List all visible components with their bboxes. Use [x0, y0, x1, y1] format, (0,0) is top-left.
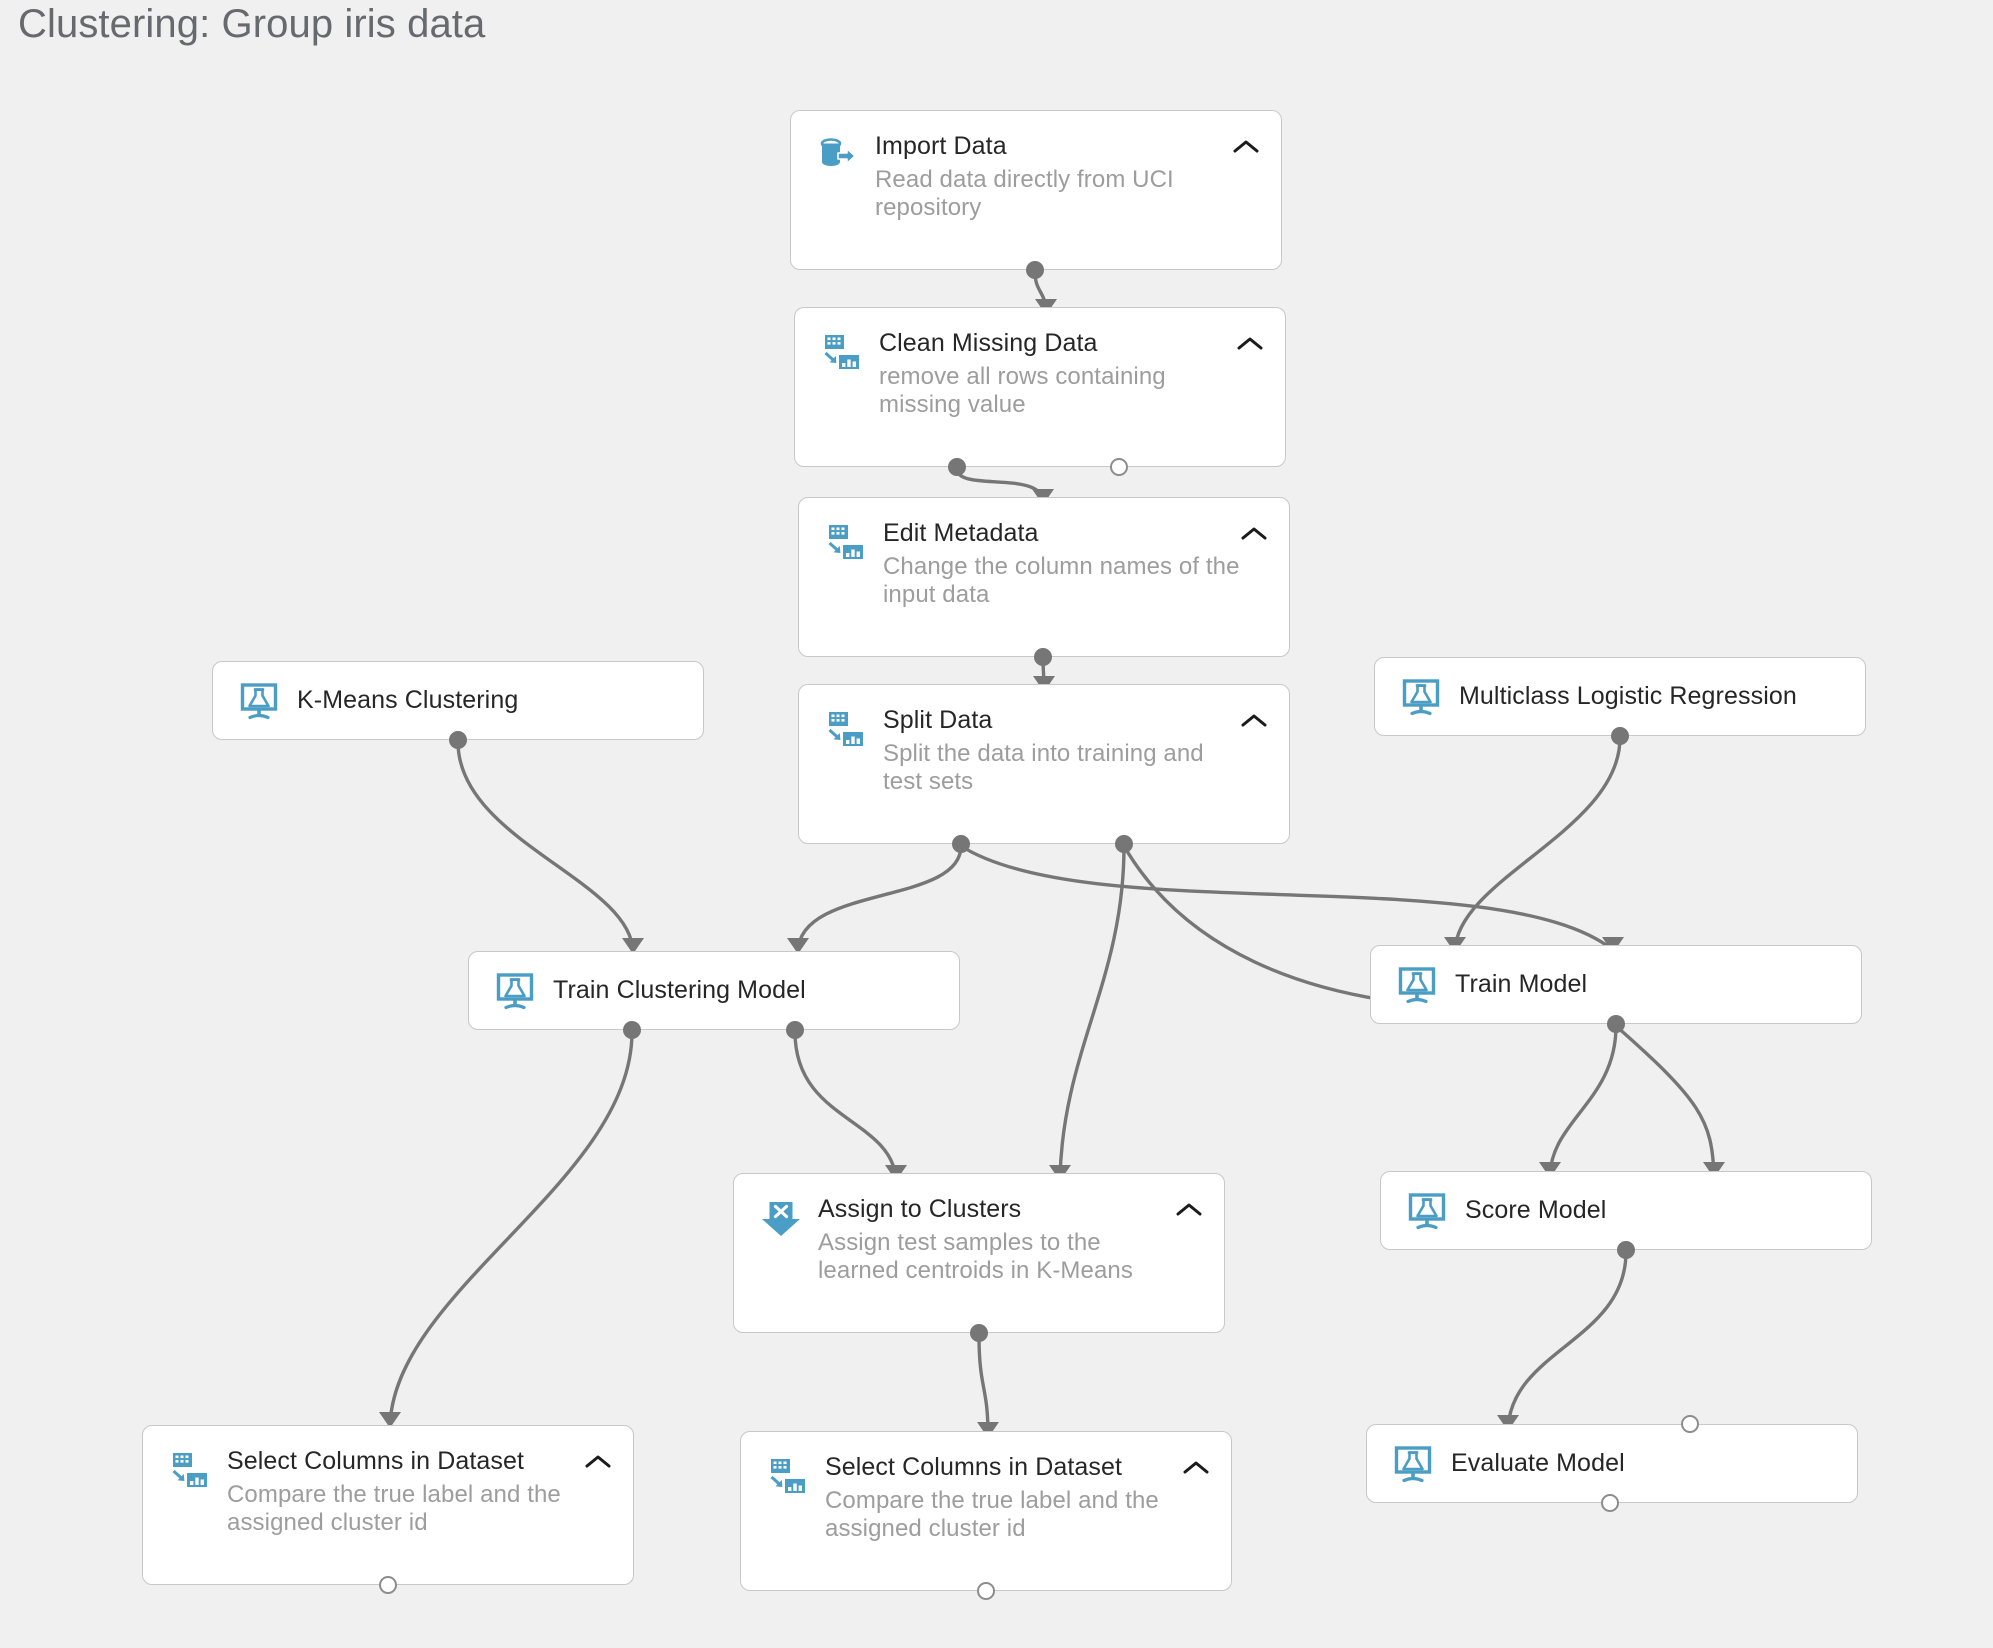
model-monitor-flask-icon: [495, 971, 535, 1011]
node-title: Select Columns in Dataset: [227, 1447, 525, 1475]
edge-train-model-to-score-model: [1548, 1025, 1618, 1176]
port-output-train-model[interactable]: [1607, 1015, 1625, 1033]
edge-assign-to-clusters-to-select-columns-center: [977, 1334, 990, 1436]
chevron-up-icon[interactable]: [1232, 137, 1260, 157]
table-to-chart-icon: [822, 332, 862, 372]
table-to-chart-icon: [826, 709, 866, 749]
node-k-means-clustering[interactable]: K-Means Clustering: [212, 661, 704, 740]
node-import-data[interactable]: Import Data Read data directly from UCI r…: [790, 110, 1282, 270]
pipeline-canvas[interactable]: Clustering: Group iris data Import Data R…: [0, 0, 1993, 1648]
node-assign-to-clusters[interactable]: Assign to Clusters Assign test samples to…: [733, 1173, 1225, 1333]
edge-score-model-to-evaluate-model: [1506, 1251, 1628, 1429]
node-train-model[interactable]: Train Model: [1370, 945, 1862, 1024]
edge-train-clustering-model-to-assign-to-clusters: [793, 1031, 898, 1179]
chevron-up-icon[interactable]: [1175, 1200, 1203, 1220]
port-input-evaluate-model[interactable]: [1681, 1415, 1699, 1433]
database-export-icon: [818, 135, 858, 175]
edge-split-data-to-train-model: [960, 844, 1615, 952]
port-output-import-data[interactable]: [1026, 261, 1044, 279]
node-comment: remove all rows containing missing value: [879, 362, 1166, 418]
node-title: Train Clustering Model: [553, 976, 806, 1005]
node-comment: Split the data into training and test se…: [883, 739, 1204, 795]
node-text-block: K-Means Clustering: [297, 685, 518, 716]
port-output-edit-metadata[interactable]: [1034, 648, 1052, 666]
node-text-block: Import Data Read data directly from UCI r…: [875, 131, 1235, 222]
table-to-chart-icon: [170, 1450, 210, 1490]
arrow-down-x-icon: [761, 1198, 801, 1238]
chevron-up-icon[interactable]: [1236, 334, 1264, 354]
node-select-columns-center[interactable]: Select Columns in Dataset Compare the tru…: [740, 1431, 1232, 1591]
port-output-select-columns-center[interactable]: [977, 1582, 995, 1600]
port-output-split-data[interactable]: [1115, 835, 1133, 853]
port-output-evaluate-model[interactable]: [1601, 1494, 1619, 1512]
node-text-block: Clean Missing Data remove all rows contai…: [879, 328, 1239, 419]
node-multiclass-logistic-regression[interactable]: Multiclass Logistic Regression: [1374, 657, 1866, 736]
node-title: Multiclass Logistic Regression: [1459, 682, 1797, 711]
node-text-block: Select Columns in Dataset Compare the tru…: [825, 1452, 1185, 1543]
node-evaluate-model[interactable]: Evaluate Model: [1366, 1424, 1858, 1503]
node-score-model[interactable]: Score Model: [1380, 1171, 1872, 1250]
node-clean-missing-data[interactable]: Clean Missing Data remove all rows contai…: [794, 307, 1286, 467]
node-title: Edit Metadata: [883, 519, 1039, 547]
node-text-block: Assign to Clusters Assign test samples to…: [818, 1194, 1178, 1285]
port-output-clean-missing-data[interactable]: [1110, 458, 1128, 476]
port-output-train-clustering-model[interactable]: [623, 1021, 641, 1039]
node-title: Assign to Clusters: [818, 1195, 1022, 1223]
node-comment: Compare the true label and the assigned …: [825, 1486, 1159, 1542]
port-output-split-data[interactable]: [952, 835, 970, 853]
model-monitor-flask-icon: [1407, 1191, 1447, 1231]
chevron-up-icon[interactable]: [1182, 1458, 1210, 1478]
node-edit-metadata[interactable]: Edit Metadata Change the column names of …: [798, 497, 1290, 657]
node-text-block: Score Model: [1465, 1195, 1606, 1226]
table-to-chart-icon: [768, 1456, 808, 1496]
node-select-columns-left[interactable]: Select Columns in Dataset Compare the tru…: [142, 1425, 634, 1585]
model-monitor-flask-icon: [1401, 677, 1441, 717]
model-monitor-flask-icon: [1397, 965, 1437, 1005]
port-output-train-clustering-model[interactable]: [786, 1021, 804, 1039]
node-title: Import Data: [875, 132, 1007, 160]
node-comment: Assign test samples to the learned centr…: [818, 1228, 1133, 1284]
page-title: Clustering: Group iris data: [18, 2, 486, 46]
node-split-data[interactable]: Split Data Split the data into training a…: [798, 684, 1290, 844]
edge-split-data-to-train-model: [1122, 845, 1385, 1002]
node-text-block: Split Data Split the data into training a…: [883, 705, 1243, 796]
node-text-block: Select Columns in Dataset Compare the tru…: [227, 1446, 587, 1537]
port-output-multiclass-logistic-regression[interactable]: [1611, 727, 1629, 745]
node-title: K-Means Clustering: [297, 686, 519, 715]
node-title: Clean Missing Data: [879, 329, 1098, 357]
node-text-block: Edit Metadata Change the column names of …: [883, 518, 1243, 609]
edge-train-model-to-score-model: [1614, 1024, 1716, 1176]
node-title: Score Model: [1465, 1196, 1607, 1225]
model-monitor-flask-icon: [1393, 1444, 1433, 1484]
node-text-block: Train Clustering Model: [553, 975, 806, 1006]
node-text-block: Train Model: [1455, 969, 1587, 1000]
edge-train-clustering-model-to-select-columns-left: [388, 1031, 634, 1426]
node-comment: Compare the true label and the assigned …: [227, 1480, 561, 1536]
node-title: Evaluate Model: [1451, 1449, 1625, 1478]
chevron-up-icon[interactable]: [1240, 524, 1268, 544]
edge-multiclass-logistic-regression-to-train-model: [1453, 737, 1622, 951]
port-output-k-means-clustering[interactable]: [449, 731, 467, 749]
edge-split-data-to-assign-to-clusters: [1058, 845, 1126, 1179]
node-comment: Read data directly from UCI repository: [875, 165, 1174, 221]
node-title: Split Data: [883, 706, 993, 734]
node-title: Train Model: [1455, 970, 1588, 999]
port-output-clean-missing-data[interactable]: [948, 458, 966, 476]
port-output-select-columns-left[interactable]: [379, 1576, 397, 1594]
table-to-chart-icon: [826, 522, 866, 562]
model-monitor-flask-icon: [239, 681, 279, 721]
node-text-block: Evaluate Model: [1451, 1448, 1625, 1479]
chevron-up-icon[interactable]: [584, 1452, 612, 1472]
node-comment: Change the column names of the input dat…: [883, 552, 1240, 608]
node-train-clustering-model[interactable]: Train Clustering Model: [468, 951, 960, 1030]
chevron-up-icon[interactable]: [1240, 711, 1268, 731]
edge-k-means-clustering-to-train-clustering-model: [456, 741, 635, 952]
node-title: Select Columns in Dataset: [825, 1453, 1123, 1481]
edge-split-data-to-train-clustering-model: [796, 845, 963, 952]
port-output-score-model[interactable]: [1617, 1241, 1635, 1259]
port-output-assign-to-clusters[interactable]: [970, 1324, 988, 1342]
node-text-block: Multiclass Logistic Regression: [1459, 681, 1797, 712]
